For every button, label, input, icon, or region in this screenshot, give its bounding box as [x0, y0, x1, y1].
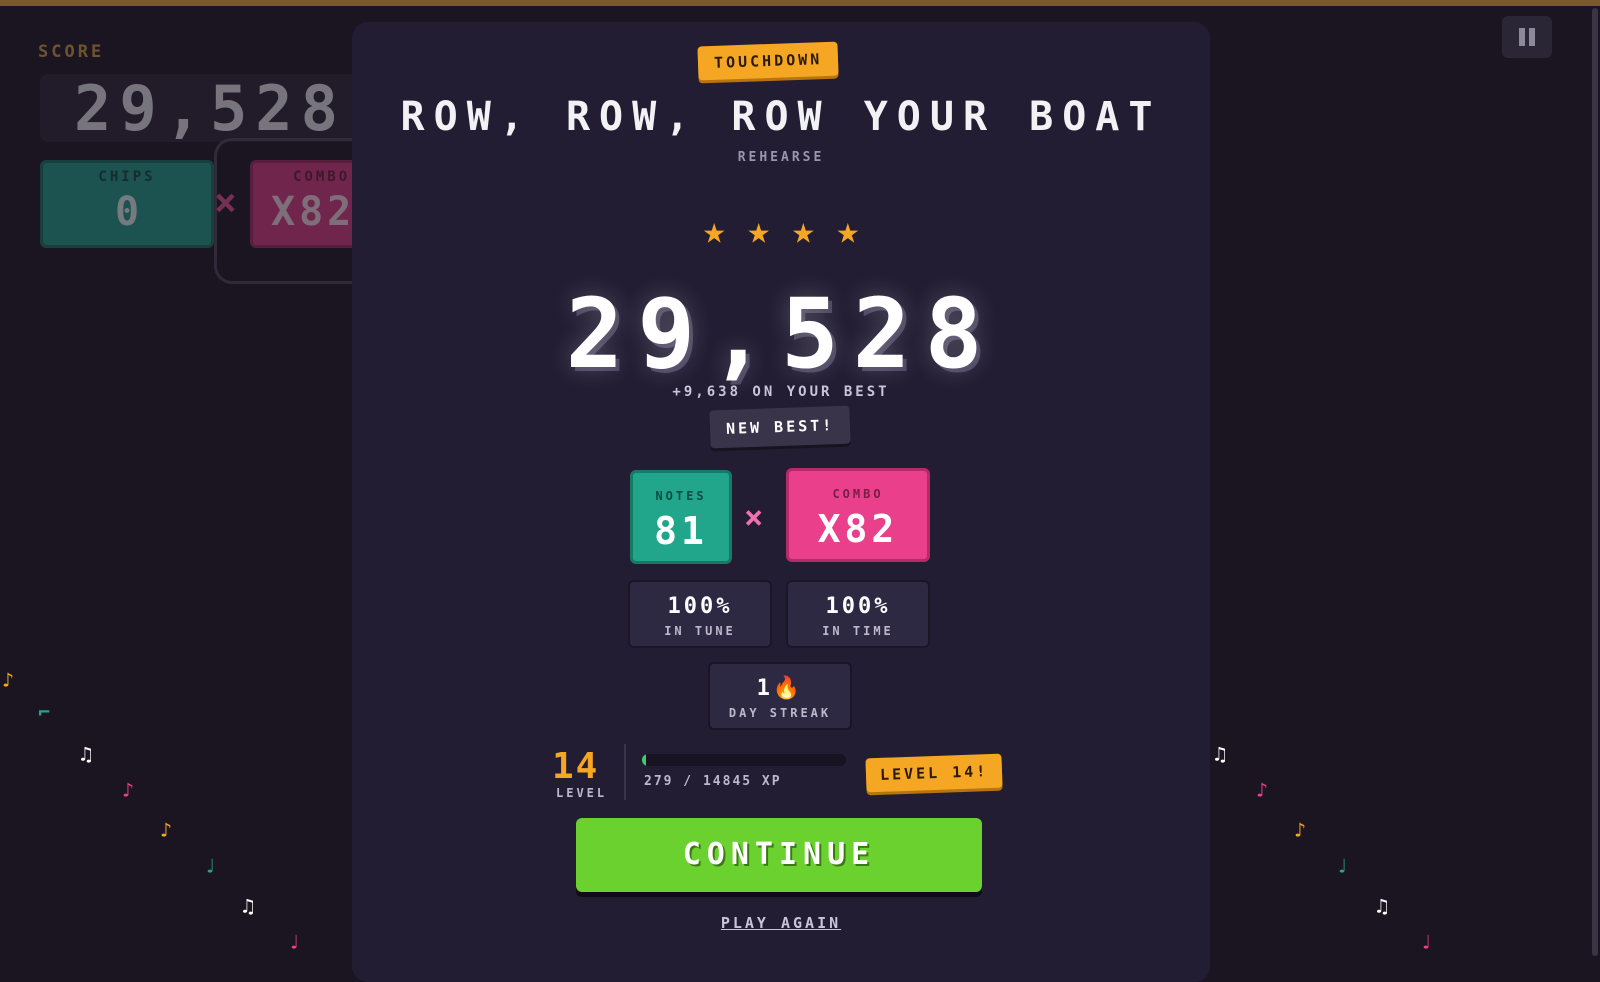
- music-note-icon: ♩: [204, 854, 217, 878]
- xp-progress-bar: [642, 754, 846, 766]
- music-note-icon: ♪: [1256, 778, 1269, 802]
- score-delta: +9,638 ON YOUR BEST: [672, 384, 890, 400]
- music-note-icon: ♫: [1376, 894, 1389, 918]
- music-note-icon: ⌐: [38, 700, 51, 724]
- music-note-icon: ♫: [242, 894, 255, 918]
- in-tune-value: 100%: [667, 594, 733, 619]
- music-note-icon: ♫: [1214, 742, 1227, 766]
- star-icon: ★: [791, 208, 815, 252]
- star-icon: ★: [702, 208, 726, 252]
- pause-icon: [1519, 28, 1525, 46]
- results-modal: TOUCHDOWN ROW, ROW, ROW YOUR BOAT REHEAR…: [352, 22, 1210, 982]
- play-again-row: PLAY AGAIN: [352, 914, 1210, 932]
- hud-score-value: 29,528: [74, 72, 346, 145]
- streak-value-row: 1🔥: [710, 676, 850, 701]
- in-time-label: IN TIME: [822, 624, 894, 638]
- music-note-icon: ♪: [1294, 818, 1307, 842]
- fire-icon: 🔥: [772, 676, 804, 701]
- notes-label: NOTES: [655, 489, 707, 503]
- pause-button[interactable]: [1502, 16, 1552, 58]
- music-note-icon: ♩: [1420, 930, 1433, 954]
- in-tune-label: IN TUNE: [664, 624, 736, 638]
- combo-value: X82: [817, 507, 899, 551]
- song-title: ROW, ROW, ROW YOUR BOAT: [400, 94, 1162, 140]
- scrollbar[interactable]: [1592, 8, 1598, 956]
- streak-value: 1: [756, 676, 773, 701]
- xp-progress-fill: [642, 754, 647, 766]
- hud-chips-value: 0: [114, 189, 140, 235]
- level-number: 14: [552, 746, 600, 787]
- hud-chips-tile: CHIPS 0: [40, 160, 214, 248]
- pause-icon-bar: [1529, 28, 1535, 46]
- combo-label: COMBO: [832, 487, 884, 501]
- hud-multiply-icon: ×: [214, 180, 237, 224]
- streak-label: DAY STREAK: [728, 706, 832, 720]
- music-note-icon: ♩: [288, 930, 301, 954]
- music-note-icon: ♪: [2, 668, 15, 692]
- new-best-badge: NEW BEST!: [709, 405, 851, 449]
- day-streak-stat: 1🔥 DAY STREAK: [708, 662, 852, 730]
- final-score: 29,528: [565, 278, 997, 390]
- notes-tile: NOTES 81: [630, 470, 732, 564]
- top-accent-bar: [0, 0, 1600, 6]
- in-time-stat: 100% IN TIME: [786, 580, 930, 648]
- hud-combo-label: COMBO: [293, 169, 351, 185]
- touchdown-badge: TOUCHDOWN: [697, 41, 839, 81]
- hud-combo-value: X82: [271, 189, 356, 235]
- multiply-icon: ×: [744, 498, 764, 536]
- hud-chips-label: CHIPS: [98, 169, 156, 185]
- music-note-icon: ♩: [1336, 854, 1349, 878]
- music-note-icon: ♫: [80, 742, 93, 766]
- continue-button[interactable]: CONTINUE: [576, 818, 982, 892]
- in-tune-stat: 100% IN TUNE: [628, 580, 772, 648]
- combo-tile: COMBO X82: [786, 468, 930, 562]
- play-again-link[interactable]: PLAY AGAIN: [721, 914, 841, 932]
- mode-label: REHEARSE: [737, 150, 825, 165]
- star-icon: ★: [836, 208, 860, 252]
- xp-text: 279 / 14845 XP: [644, 774, 782, 789]
- level-up-badge: LEVEL 14!: [865, 753, 1003, 793]
- music-note-icon: ♪: [160, 818, 173, 842]
- in-time-value: 100%: [825, 594, 891, 619]
- star-rating: ★ ★ ★ ★: [352, 208, 1210, 252]
- level-divider: [624, 744, 626, 800]
- music-note-icon: ♪: [122, 778, 135, 802]
- level-label: LEVEL: [556, 786, 608, 800]
- notes-value: 81: [654, 509, 708, 553]
- star-icon: ★: [747, 208, 771, 252]
- hud-score-label: SCORE: [38, 42, 105, 62]
